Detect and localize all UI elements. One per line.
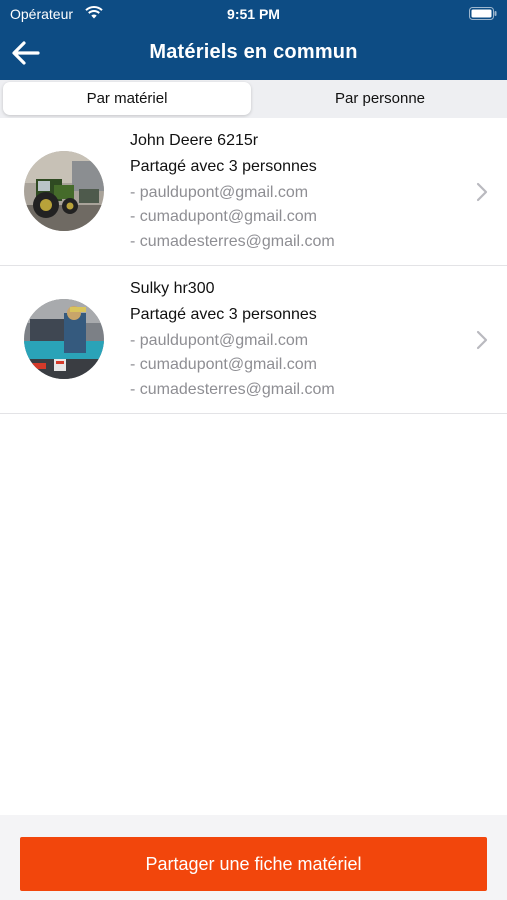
navigation-bar: Matériels en commun [0, 28, 507, 80]
shared-count: Partagé avec 3 personnes [130, 306, 317, 323]
footer-bar: Partager une fiche matériel [0, 815, 507, 900]
status-bar: Opérateur 9:51 PM [0, 0, 507, 28]
shared-email: - pauldupont@gmail.com [130, 332, 309, 349]
equipment-name: Sulky hr300 [130, 280, 215, 297]
shared-email: - cumadupont@gmail.com [130, 356, 317, 373]
list-item[interactable]: Sulky hr300 Partagé avec 3 personnes - p… [0, 266, 507, 414]
equipment-name: John Deere 6215r [130, 132, 259, 149]
list-item[interactable]: John Deere 6215r Partagé avec 3 personne… [0, 118, 507, 266]
shared-email: - cumadesterres@gmail.com [130, 381, 335, 398]
share-equipment-button[interactable]: Partager une fiche matériel [20, 837, 487, 891]
tab-par-personne[interactable]: Par personne [256, 82, 504, 115]
machine-photo [24, 299, 104, 379]
tab-par-materiel[interactable]: Par matériel [3, 82, 251, 115]
shared-email: - cumadesterres@gmail.com [130, 233, 335, 250]
equipment-list: John Deere 6215r Partagé avec 3 personne… [0, 118, 507, 414]
page-title: Matériels en commun [149, 41, 358, 63]
battery-icon [469, 7, 497, 20]
shared-email: - cumadupont@gmail.com [130, 208, 317, 225]
chevron-right-icon [476, 182, 488, 202]
chevron-right-icon [476, 330, 488, 350]
segmented-control: Par matériel Par personne [0, 80, 507, 118]
tractor-photo [24, 151, 104, 231]
shared-count: Partagé avec 3 personnes [130, 158, 317, 175]
clock: 9:51 PM [227, 6, 280, 22]
shared-email: - pauldupont@gmail.com [130, 184, 309, 201]
